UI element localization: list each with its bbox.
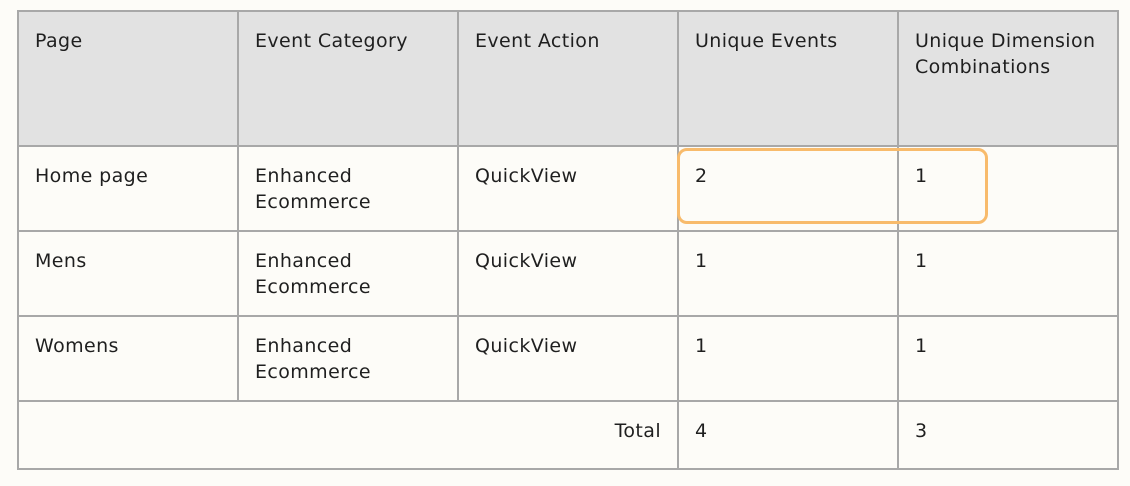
cell-unique-combinations: 1 — [897, 315, 1119, 402]
cell-event-category: Enhanced Ecommerce — [237, 230, 459, 317]
header-unique-events: Unique Events — [677, 10, 899, 147]
cell-unique-events: 1 — [677, 230, 899, 317]
cell-page: Mens — [17, 230, 239, 317]
cell-event-category: Enhanced Ecommerce — [237, 315, 459, 402]
report-table-container: Page Event Category Event Action Unique … — [17, 10, 1119, 470]
cell-page: Womens — [17, 315, 239, 402]
total-unique-events: 4 — [677, 400, 899, 470]
cell-unique-events: 1 — [677, 315, 899, 402]
header-row: Page Event Category Event Action Unique … — [17, 10, 1119, 147]
cell-event-action: QuickView — [457, 230, 679, 317]
header-event-action: Event Action — [457, 10, 679, 147]
cell-unique-combinations: 1 — [897, 230, 1119, 317]
total-unique-combinations: 3 — [897, 400, 1119, 470]
table-row: Mens Enhanced Ecommerce QuickView 1 1 — [17, 230, 1119, 317]
report-table: Page Event Category Event Action Unique … — [17, 10, 1119, 470]
total-row: Total 4 3 — [17, 400, 1119, 470]
cell-unique-events: 2 — [677, 145, 899, 232]
header-event-category: Event Category — [237, 10, 459, 147]
cell-event-category: Enhanced Ecommerce — [237, 145, 459, 232]
table-row: Womens Enhanced Ecommerce QuickView 1 1 — [17, 315, 1119, 402]
total-label: Total — [17, 400, 679, 470]
header-unique-dimension-combinations: Unique Dimension Combinations — [897, 10, 1119, 147]
header-page: Page — [17, 10, 239, 147]
cell-unique-combinations: 1 — [897, 145, 1119, 232]
cell-page: Home page — [17, 145, 239, 232]
cell-event-action: QuickView — [457, 315, 679, 402]
table-row: Home page Enhanced Ecommerce QuickView 2… — [17, 145, 1119, 232]
cell-event-action: QuickView — [457, 145, 679, 232]
